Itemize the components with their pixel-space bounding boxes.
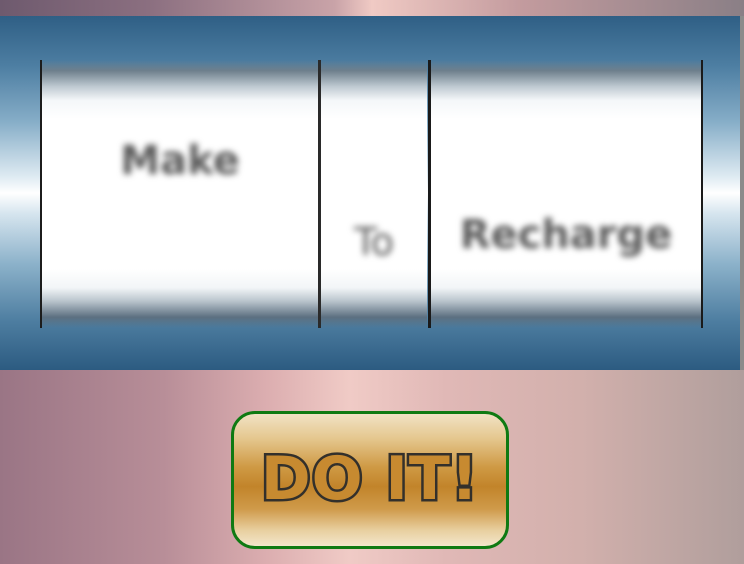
reel-2: To xyxy=(318,60,427,328)
reel-1: Make xyxy=(40,60,318,328)
do-it-button-label: DO IT! xyxy=(258,442,480,517)
slot-machine-panel: Make To Recharge xyxy=(0,16,740,370)
panel-right-edge xyxy=(740,16,744,370)
reel-1-word: Make xyxy=(120,138,240,184)
reel-2-word: To xyxy=(353,220,394,264)
top-gradient-strip xyxy=(0,0,744,16)
reel-3-word: Recharge xyxy=(459,212,673,258)
reel-3: Recharge xyxy=(428,60,703,328)
do-it-button[interactable]: DO IT! xyxy=(231,411,509,549)
